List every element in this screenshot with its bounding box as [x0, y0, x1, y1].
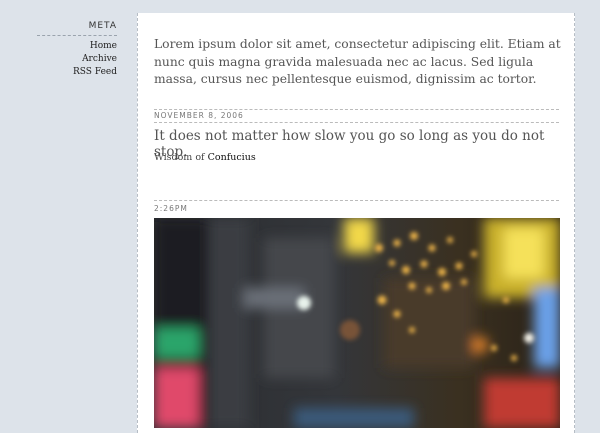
intro-paragraph: Lorem ipsum dolor sit amet, consectetur …	[154, 37, 561, 86]
post-date: NOVEMBER 8, 2006	[154, 109, 559, 123]
sidebar-link-home[interactable]: Home	[37, 40, 117, 53]
attribution-link[interactable]: Confucius	[208, 152, 256, 163]
sidebar-links: Home Archive RSS Feed	[37, 40, 117, 79]
post-time: 2:26PM	[154, 200, 559, 213]
post-attribution: Wisdom of Confucius	[154, 152, 256, 163]
sidebar: META Home Archive RSS Feed	[37, 21, 117, 79]
sidebar-heading: META	[37, 21, 117, 36]
sidebar-link-archive[interactable]: Archive	[37, 53, 117, 66]
content-panel: Lorem ipsum dolor sit amet, consectetur …	[137, 13, 575, 433]
post-photo	[154, 218, 560, 428]
attribution-prefix: Wisdom of	[154, 152, 205, 163]
bokeh-street-photo	[154, 218, 560, 428]
sidebar-link-rss-feed[interactable]: RSS Feed	[37, 66, 117, 79]
